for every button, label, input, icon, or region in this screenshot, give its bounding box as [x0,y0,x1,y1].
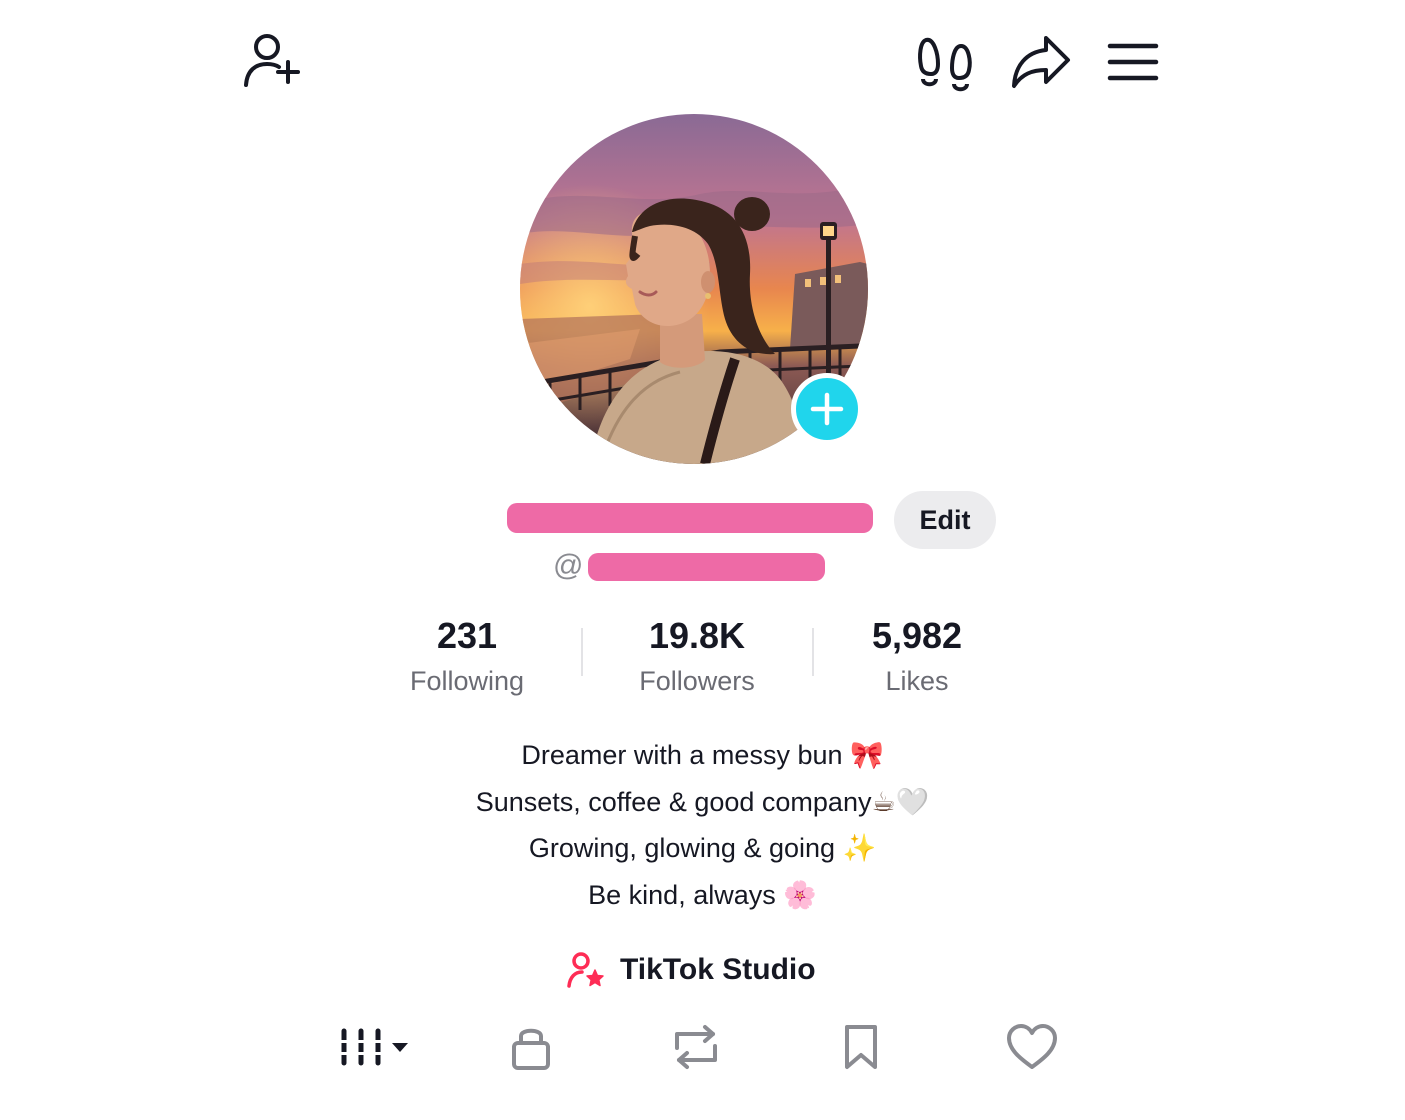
add-friend-icon[interactable] [236,28,304,92]
tab-liked[interactable] [1000,1016,1064,1078]
repost-icon [675,1025,717,1069]
tab-private[interactable] [500,1016,562,1078]
menu-icon[interactable] [1104,36,1162,88]
username-redacted [588,553,825,581]
likes-label: Likes [885,666,949,696]
avatar-add-button[interactable] [791,373,863,445]
following-label: Following [409,666,525,696]
bow-emoji: 🎀 [850,740,884,770]
stats-divider [581,628,583,676]
stat-followers[interactable]: 19.8K Followers [587,612,807,700]
bookmark-icon [845,1025,877,1069]
stat-likes[interactable]: 5,982 Likes [807,612,1027,700]
lock-icon [512,1028,550,1070]
followers-count: 19.8K [648,615,746,656]
stat-following[interactable]: 231 Following [357,612,577,700]
tiktok-studio-link[interactable]: TikTok Studio [566,946,816,994]
followers-label: Followers [639,666,755,696]
tab-saved[interactable] [832,1016,890,1078]
share-icon[interactable] [1006,28,1076,94]
heart-icon [1007,1024,1057,1069]
bio: Dreamer with a messy bun 🎀 Sunsets, coff… [300,732,1105,918]
edit-profile-button[interactable]: Edit [894,491,996,549]
tab-reposts[interactable] [664,1016,728,1078]
footprints-icon[interactable] [914,32,976,94]
coffee-heart-emoji: ☕🤍 [871,786,930,817]
flower-emoji: 🌸 [783,879,817,910]
bio-line: Dreamer with a messy bun 🎀 [521,740,884,770]
likes-count: 5,982 [871,615,963,656]
following-count: 231 [436,615,498,656]
sparkles-emoji: ✨ [842,833,877,863]
tiktok-studio-label: TikTok Studio [620,953,816,986]
bio-line: Sunsets, coffee & good company☕🤍 [475,786,930,817]
bio-line: Be kind, always 🌸 [588,879,817,910]
display-name-redacted [507,503,873,533]
handle-prefix: @ [553,549,584,582]
creator-star-icon [567,952,604,988]
bio-line: Growing, glowing & going ✨ [528,833,877,863]
plus-icon [810,392,844,426]
tab-videos[interactable] [330,1016,414,1078]
grid-bars-icon [340,1028,408,1066]
